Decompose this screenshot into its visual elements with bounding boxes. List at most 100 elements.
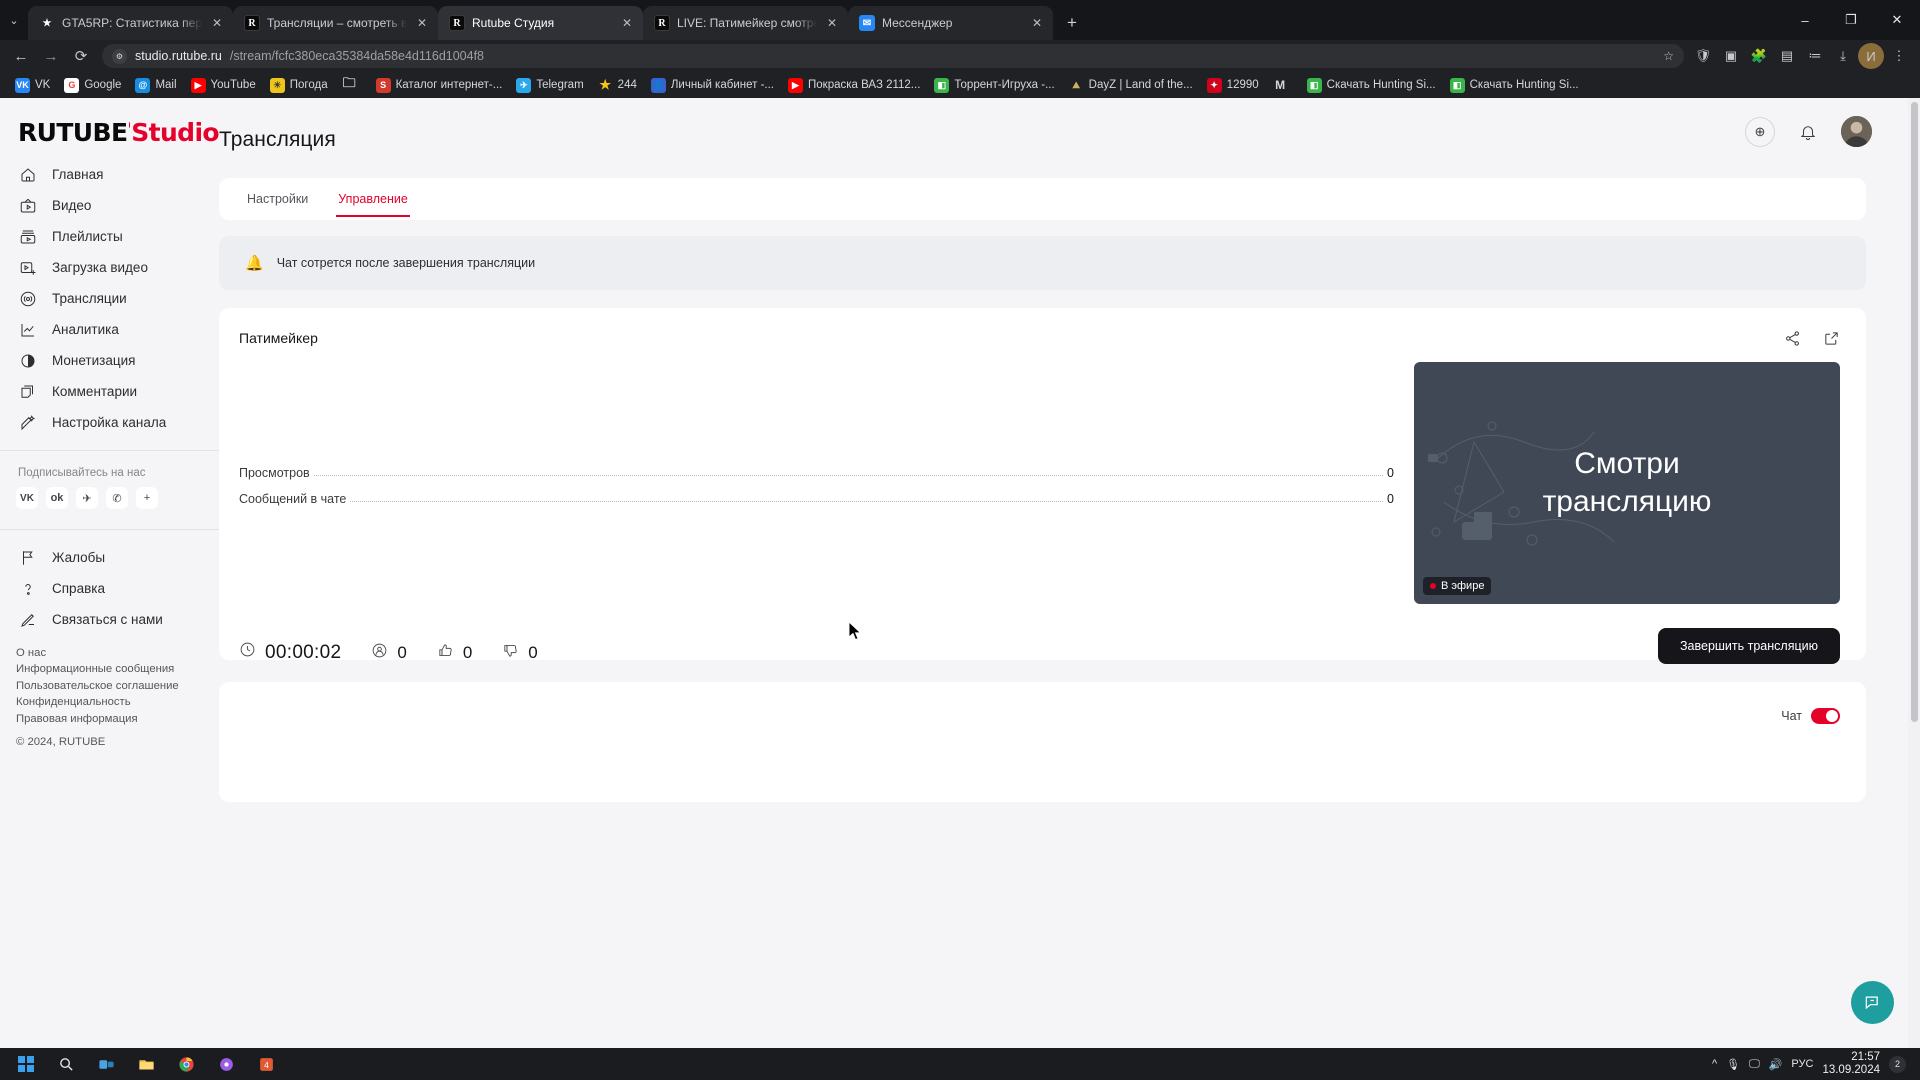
chrome-icon[interactable] (166, 1048, 206, 1080)
likes-value: 0 (462, 642, 473, 662)
download-icon[interactable]: ⤓ (1830, 43, 1856, 69)
rutube-studio-logo[interactable]: RUTUBE Studio (0, 112, 220, 159)
bookmark-mountain[interactable]: М (1266, 76, 1300, 95)
sidebar-item-monetization[interactable]: Монетизация (0, 345, 219, 376)
dislike-icon[interactable] (502, 642, 519, 664)
media-icon[interactable] (206, 1048, 246, 1080)
address-bar[interactable]: ⚙ studio.rutube.ru/stream/fcfc380eca3538… (102, 44, 1684, 68)
clock-date: 13.09.2024 (1822, 1064, 1880, 1076)
bookmark-hunting-1[interactable]: ◧ Скачать Hunting Si... (1300, 76, 1443, 95)
volume-icon[interactable]: 🔊 (1769, 1058, 1783, 1071)
extension-adblock-icon[interactable]: ▣ (1718, 43, 1744, 69)
bookmark-star-icon[interactable]: ☆ (1663, 49, 1674, 63)
share-icon[interactable] (1784, 330, 1801, 352)
sidebar-item-analytics[interactable]: Аналитика (0, 314, 219, 345)
external-link-icon[interactable] (1823, 330, 1840, 352)
bookmark-12990[interactable]: ✦ 12990 (1200, 76, 1266, 95)
clock[interactable]: 21:57 13.09.2024 (1822, 1051, 1880, 1077)
reload-icon[interactable]: ⟳ (66, 42, 96, 70)
bookmark-google[interactable]: G Google (57, 76, 128, 95)
windows-start-icon[interactable] (6, 1048, 46, 1080)
sidebar-item-broadcasts[interactable]: Трансляции (0, 283, 219, 314)
tab-management[interactable]: Управление (336, 181, 410, 217)
bookmark-vk[interactable]: VK VK (8, 76, 57, 95)
maximize-button[interactable]: ❐ (1828, 0, 1874, 40)
profile-avatar[interactable]: И (1858, 43, 1884, 69)
bookmark-dayz[interactable]: ⛰ DayZ | Land of the... (1062, 76, 1200, 95)
vk-icon[interactable]: VK (16, 487, 38, 509)
telegram-icon[interactable]: ✈ (76, 487, 98, 509)
bookmark-vaz[interactable]: ▶ Покраска ВАЗ 2112... (781, 76, 927, 95)
close-icon[interactable]: ✕ (1029, 16, 1045, 30)
tray-expand-icon[interactable]: ^ (1712, 1058, 1717, 1070)
bookmark-folder[interactable]: 🗀 (335, 75, 369, 95)
scrollbar-thumb[interactable] (1911, 102, 1918, 722)
ok-icon[interactable]: ok (46, 487, 68, 509)
browser-tab-2[interactable]: R Rutube Студия ✕ (438, 6, 643, 40)
close-icon[interactable]: ✕ (414, 16, 430, 30)
footer-link-legal[interactable]: Правовая информация (16, 711, 219, 728)
mic-icon[interactable]: 🎙 (1726, 1058, 1740, 1071)
sidebar-item-playlists[interactable]: Плейлисты (0, 221, 219, 252)
bookmark-mail[interactable]: @ Mail (128, 76, 183, 95)
app4-icon[interactable]: 4 (246, 1048, 286, 1080)
sidebar-item-comments[interactable]: Комментарии (0, 376, 219, 407)
display-icon[interactable]: 🖵 (1749, 1058, 1760, 1071)
sidebar-item-upload[interactable]: Загрузка видео (0, 252, 219, 283)
browser-tab-4[interactable]: ✉ Мессенджер ✕ (848, 6, 1053, 40)
bookmark-account[interactable]: 👤 Личный кабинет -... (644, 76, 781, 95)
avatar[interactable] (1841, 116, 1872, 147)
chrome-menu-icon[interactable]: ⋮ (1886, 43, 1912, 69)
close-icon[interactable]: ✕ (619, 16, 635, 30)
taskview-icon[interactable] (86, 1048, 126, 1080)
bookmark-telegram[interactable]: ✈ Telegram (509, 76, 590, 95)
extension-puzzle-icon[interactable]: 🧩 (1746, 43, 1772, 69)
stream-preview[interactable]: Смотри трансляцию В эфире (1414, 362, 1840, 604)
footer-link-about[interactable]: О нас (16, 645, 219, 662)
sidebar-item-video[interactable]: Видео (0, 190, 219, 221)
extension-shield-icon[interactable]: 🛡 (1690, 43, 1716, 69)
bookmark-hunting-2[interactable]: ◧ Скачать Hunting Si... (1443, 76, 1586, 95)
chat-toggle[interactable] (1811, 708, 1840, 724)
close-icon[interactable]: ✕ (209, 16, 225, 30)
sidebar-item-contact[interactable]: Связаться с нами (0, 604, 219, 635)
reading-list-icon[interactable]: ≔ (1802, 43, 1828, 69)
close-icon[interactable]: ✕ (824, 16, 840, 30)
sidebar-item-channel-settings[interactable]: Настройка канала (0, 407, 219, 438)
close-window-button[interactable]: ✕ (1874, 0, 1920, 40)
language-indicator[interactable]: РУС (1791, 1058, 1813, 1070)
browser-tab-1[interactable]: R Трансляции – смотреть все ви ✕ (233, 6, 438, 40)
new-tab-button[interactable]: + (1058, 9, 1086, 37)
tab-settings[interactable]: Настройки (245, 181, 310, 217)
forward-icon[interactable]: → (36, 42, 66, 70)
sidebar-item-home[interactable]: Главная (0, 159, 219, 190)
bookmark-244[interactable]: ★ 244 (591, 76, 644, 95)
browser-tab-3[interactable]: R LIVE: Патимейкер смотреть он ✕ (643, 6, 848, 40)
viber-icon[interactable]: ✆ (106, 487, 128, 509)
extension-icon[interactable]: ▤ (1774, 43, 1800, 69)
minimize-button[interactable]: – (1782, 0, 1828, 40)
upload-video-icon[interactable]: ⊕ (1745, 116, 1775, 147)
footer-link-info[interactable]: Информационные сообщения (16, 662, 219, 679)
back-icon[interactable]: ← (6, 42, 36, 70)
bell-icon[interactable] (1793, 117, 1823, 147)
search-icon[interactable] (46, 1048, 86, 1080)
file-explorer-icon[interactable] (126, 1048, 166, 1080)
footer-link-privacy[interactable]: Конфиденциальность (16, 695, 219, 712)
bookmark-catalog[interactable]: S Каталог интернет-... (369, 76, 510, 95)
bookmark-youtube[interactable]: ▶ YouTube (184, 76, 263, 95)
more-icon[interactable]: + (136, 487, 158, 509)
site-settings-icon[interactable]: ⚙ (112, 48, 127, 64)
notifications-badge[interactable]: 2 (1889, 1055, 1906, 1073)
chat-support-icon[interactable] (1851, 981, 1894, 1024)
bookmark-weather[interactable]: ☀ Погода (263, 76, 335, 95)
end-stream-button[interactable]: Завершить трансляцию (1658, 628, 1840, 664)
like-icon[interactable] (437, 642, 454, 664)
footer-link-agreement[interactable]: Пользовательское соглашение (16, 678, 219, 695)
sidebar-item-complaints[interactable]: Жалобы (0, 542, 219, 573)
sidebar-item-help[interactable]: Справка (0, 573, 219, 604)
browser-tab-0[interactable]: ★ GTA5RP: Статистика персонажа ✕ (28, 6, 233, 40)
page-scrollbar[interactable] (1908, 98, 1920, 1048)
tab-search-button[interactable]: ⌄ (0, 0, 28, 40)
bookmark-torrent[interactable]: ◧ Торрент-Игруха -... (927, 76, 1061, 95)
